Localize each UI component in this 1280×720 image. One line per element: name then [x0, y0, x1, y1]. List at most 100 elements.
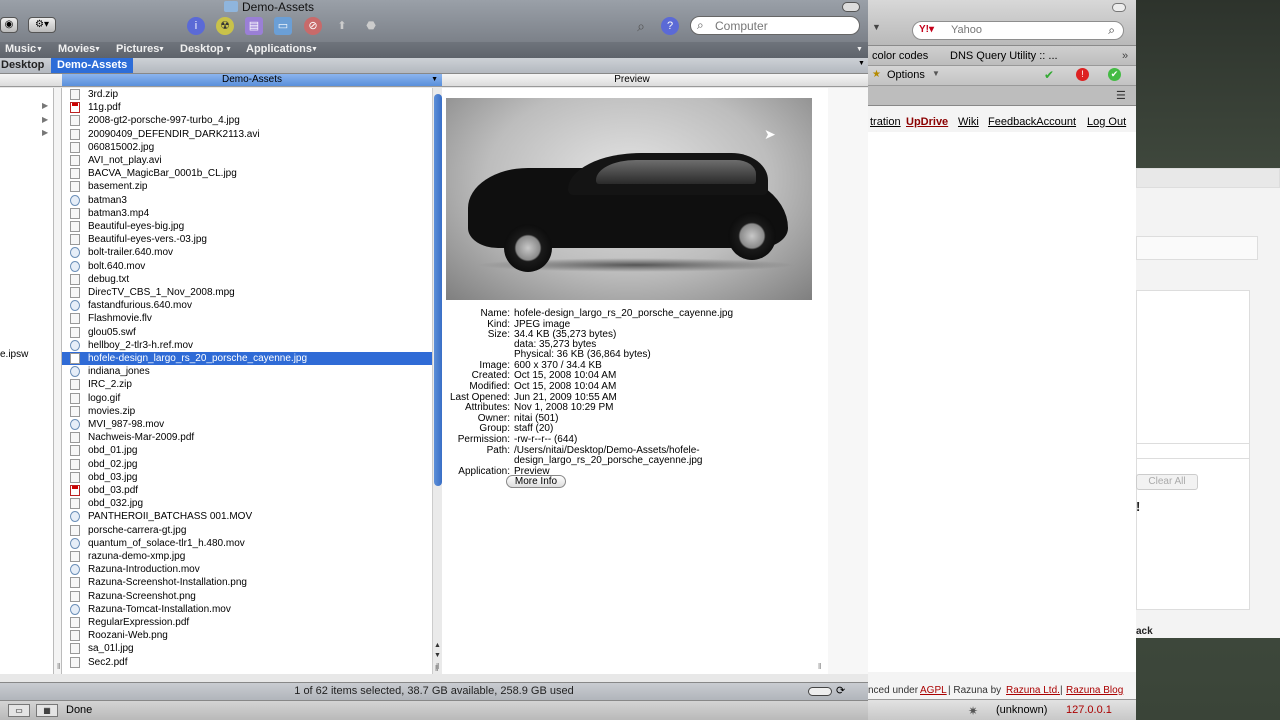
file-row[interactable]: PANTHEROII_BATCHASS 001.MOV [62, 510, 432, 523]
addon-icon[interactable]: ★ [872, 69, 881, 80]
check-icon[interactable]: ✔ [1044, 68, 1054, 82]
file-row[interactable]: bolt.640.mov [62, 260, 432, 273]
nav-link-wiki[interactable]: Wiki [958, 116, 979, 128]
eye-icon[interactable]: ◉ [0, 17, 18, 33]
tab-list-icon[interactable]: ☰ [1116, 89, 1126, 102]
nav-link-logout[interactable]: Log Out [1087, 116, 1126, 128]
yahoo-logo-icon[interactable]: Y!▾ [919, 24, 945, 37]
scroll-down-icon[interactable]: ▼ [434, 652, 441, 659]
file-row[interactable]: logo.gif [62, 392, 432, 405]
bookmarks-overflow-icon[interactable]: » [1122, 50, 1128, 62]
file-row[interactable]: obd_02.jpg [62, 458, 432, 471]
resize-grip-icon[interactable]: ‖ [818, 662, 821, 671]
help-icon[interactable]: ? [661, 17, 679, 35]
file-row[interactable]: movies.zip [62, 405, 432, 418]
file-row[interactable]: sa_01l.jpg [62, 642, 432, 655]
file-row[interactable]: razuna-demo-xmp.jpg [62, 550, 432, 563]
delete-icon[interactable]: ⊘ [304, 17, 322, 35]
spotlight-icon[interactable]: ⌕ [632, 17, 650, 35]
file-row[interactable]: Razuna-Screenshot.png [62, 590, 432, 603]
file-row[interactable]: IRC_2.zip [62, 378, 432, 391]
parent-item-fragment[interactable]: e.ipsw [0, 349, 28, 360]
share-icon[interactable]: ⬆ [333, 17, 351, 35]
file-row[interactable]: obd_01.jpg [62, 444, 432, 457]
file-row[interactable]: Roozani-Web.png [62, 629, 432, 642]
bookmark-dns-query[interactable]: DNS Query Utility :: ... [950, 50, 1058, 62]
nav-link-feedback-account[interactable]: FeedbackAccount [988, 116, 1076, 128]
gear-icon[interactable]: ⚙▾ [28, 17, 56, 33]
browser-search-box[interactable]: Y!▾ Yahoo ⌕ [912, 21, 1124, 40]
scroll-up-icon[interactable]: ▲ [434, 642, 441, 649]
refresh-icon[interactable]: ⟳ [836, 684, 845, 697]
file-row[interactable]: Flashmovie.flv [62, 312, 432, 325]
column-header-files[interactable]: Demo-Assets ▼ [62, 74, 442, 87]
file-row[interactable]: quantum_of_solace-tlr1_h.480.mov [62, 537, 432, 550]
file-row[interactable]: obd_03.jpg [62, 471, 432, 484]
place-desktop[interactable]: Desktop [180, 43, 223, 55]
file-row[interactable]: MVI_987-98.mov [62, 418, 432, 431]
screen-icon[interactable]: ▭ [8, 704, 30, 717]
browser-toolbar-toggle-button[interactable] [1112, 3, 1126, 12]
disclosure-arrow-icon[interactable]: ▶ [42, 115, 48, 124]
file-row[interactable]: Sec2.pdf [62, 656, 432, 669]
file-row[interactable]: 11g.pdf [62, 101, 432, 114]
clear-all-button[interactable]: Clear All [1136, 474, 1198, 490]
file-row[interactable]: batman3.mp4 [62, 207, 432, 220]
bookmark-color-codes[interactable]: color codes [872, 50, 928, 62]
disk-icon[interactable]: ▭ [274, 17, 292, 35]
file-row[interactable]: BACVA_MagicBar_0001b_CL.jpg [62, 167, 432, 180]
file-row[interactable]: obd_032.jpg [62, 497, 432, 510]
error-icon[interactable]: ! [1076, 68, 1089, 81]
file-row[interactable]: bolt-trailer.640.mov [62, 246, 432, 259]
file-row[interactable]: Razuna-Tomcat-Installation.mov [62, 603, 432, 616]
toolbar-toggle-button[interactable] [842, 2, 860, 12]
connect-icon[interactable]: ⬣ [362, 17, 380, 35]
nav-link-registration[interactable]: tration [870, 116, 901, 128]
file-row[interactable]: basement.zip [62, 180, 432, 193]
place-movies[interactable]: Movies [58, 43, 95, 55]
dialog-back-link[interactable]: ack [1136, 626, 1153, 637]
app-icon[interactable]: ▤ [245, 17, 263, 35]
file-row[interactable]: AVI_not_play.avi [62, 154, 432, 167]
column-divider[interactable] [54, 88, 62, 674]
ok-icon[interactable]: ✔ [1108, 68, 1121, 81]
grid-icon[interactable]: ▦ [36, 704, 58, 717]
place-applications[interactable]: Applications [246, 43, 312, 55]
file-row[interactable]: 20090409_DEFENDIR_DARK2113.avi [62, 128, 432, 141]
file-row[interactable]: obd_03.pdf [62, 484, 432, 497]
scrollbar-thumb[interactable] [434, 94, 442, 486]
slider-icon[interactable] [808, 687, 832, 696]
file-row[interactable]: Beautiful-eyes-vers.-03.jpg [62, 233, 432, 246]
options-menu[interactable]: Options [887, 69, 925, 81]
file-scrollbar[interactable]: ▲ ▼ ‖ [432, 88, 442, 674]
search-icon[interactable]: ⌕ [1108, 23, 1115, 38]
file-row[interactable]: porsche-carrera-gt.jpg [62, 524, 432, 537]
place-pictures[interactable]: Pictures [116, 43, 159, 55]
nav-link-updrive[interactable]: UpDrive [906, 116, 948, 128]
file-row[interactable]: hofele-design_largo_rs_20_porsche_cayenn… [62, 352, 432, 365]
file-row[interactable]: RegularExpression.pdf [62, 616, 432, 629]
resize-grip-icon[interactable]: ‖ [436, 662, 439, 671]
info-icon[interactable]: i [187, 17, 205, 35]
more-info-button[interactable]: More Info [506, 475, 566, 488]
file-row[interactable]: Nachweis-Mar-2009.pdf [62, 431, 432, 444]
file-row[interactable]: DirecTV_CBS_1_Nov_2008.mpg [62, 286, 432, 299]
crumb-demo-assets[interactable]: Demo-Assets [51, 58, 134, 73]
file-row[interactable]: 060815002.jpg [62, 141, 432, 154]
disclosure-arrow-icon[interactable]: ▶ [42, 101, 48, 110]
finder-search[interactable]: ⌕ Computer [690, 16, 860, 35]
crumb-desktop[interactable]: Desktop [1, 59, 44, 71]
resize-grip-icon[interactable]: ‖ [57, 662, 60, 671]
burn-icon[interactable]: ☢ [216, 17, 234, 35]
file-row[interactable]: indiana_jones [62, 365, 432, 378]
file-row[interactable]: batman3 [62, 194, 432, 207]
disclosure-arrow-icon[interactable]: ▶ [42, 128, 48, 137]
footer-razuna-ltd-link[interactable]: Razuna Ltd. [1006, 685, 1060, 696]
file-row[interactable]: glou05.swf [62, 326, 432, 339]
footer-razuna-blog-link[interactable]: Razuna Blog [1066, 685, 1123, 696]
file-row[interactable]: Beautiful-eyes-big.jpg [62, 220, 432, 233]
chevron-down-icon[interactable]: ▼ [872, 22, 892, 38]
place-music[interactable]: Music [5, 43, 36, 55]
file-row[interactable]: debug.txt [62, 273, 432, 286]
file-row[interactable]: 3rd.zip [62, 88, 432, 101]
